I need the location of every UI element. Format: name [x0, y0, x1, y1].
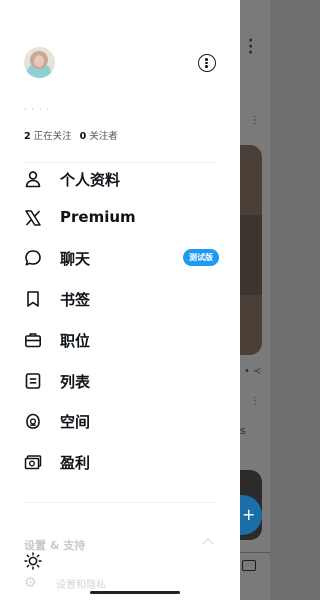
list-icon: [24, 372, 42, 390]
menu-item-label: 书签: [60, 291, 91, 309]
chat-bubble-icon: [24, 249, 42, 267]
money-icon: [24, 453, 42, 471]
briefcase-icon: [24, 331, 42, 349]
menu-item-label: 聊天: [60, 250, 91, 268]
menu-item-label: Premium: [60, 208, 136, 226]
x-logo-icon: [24, 209, 42, 227]
divider: [24, 502, 216, 503]
mail-icon: [242, 560, 256, 571]
sun-icon[interactable]: [24, 552, 42, 570]
menu-item-label: 个人资料: [60, 171, 121, 189]
followers-count[interactable]: 0: [80, 131, 87, 142]
navigation-drawer: ···· 2正在关注 0关注者 个人资料 Premium 聊天 测试版: [0, 0, 240, 600]
background-post-more-icon-2: ⋮: [250, 396, 260, 407]
menu-item-profile[interactable]: 个人资料: [0, 160, 240, 200]
background-divider: [240, 552, 270, 553]
followers-label[interactable]: 关注者: [89, 131, 118, 142]
settings-privacy-item[interactable]: ⚙ 设置和隐私: [24, 575, 204, 591]
settings-privacy-label: 设置和隐私: [56, 580, 106, 591]
avatar[interactable]: [24, 47, 55, 78]
home-indicator[interactable]: [90, 591, 180, 594]
menu-item-jobs[interactable]: 职位: [0, 321, 240, 361]
following-label[interactable]: 正在关注: [34, 131, 72, 142]
menu-item-bookmarks[interactable]: 书签: [0, 280, 240, 320]
profile-name-partial: ····: [24, 108, 84, 112]
menu-item-monetization[interactable]: 盈利: [0, 443, 240, 483]
menu-item-spaces[interactable]: 空间: [0, 402, 240, 442]
following-count[interactable]: 2: [24, 131, 31, 142]
background-post-image: [240, 145, 262, 355]
background-text-fragment: s: [240, 424, 246, 437]
background-share-icon: • ≺: [244, 366, 262, 377]
menu-item-label: 空间: [60, 413, 91, 431]
bookmark-icon: [24, 290, 42, 308]
menu-item-label: 职位: [60, 332, 91, 350]
menu-item-chat[interactable]: 聊天 测试版: [0, 239, 240, 279]
beta-badge: 测试版: [183, 249, 219, 266]
menu-item-label: 盈利: [60, 454, 91, 472]
screen: ··· ⋮ • ≺ ⋮ s + ···· 2正在关注0关注者 个人资料: [0, 0, 270, 600]
background-post-more-icon: ⋮: [250, 115, 260, 126]
settings-support-header[interactable]: 设置 & 支持: [24, 537, 85, 553]
chevron-up-icon[interactable]: [202, 538, 214, 550]
follow-stats: 2 正在关注 0 关注者: [24, 128, 118, 142]
more-options-icon[interactable]: [198, 54, 216, 72]
spaces-icon: [24, 412, 42, 430]
menu-item-premium[interactable]: Premium: [0, 199, 240, 239]
person-icon: [24, 170, 42, 188]
menu-item-label: 列表: [60, 373, 91, 391]
menu-item-lists[interactable]: 列表: [0, 362, 240, 402]
gear-icon: ⚙: [24, 575, 37, 591]
background-more-icon: · · ·: [248, 33, 254, 61]
